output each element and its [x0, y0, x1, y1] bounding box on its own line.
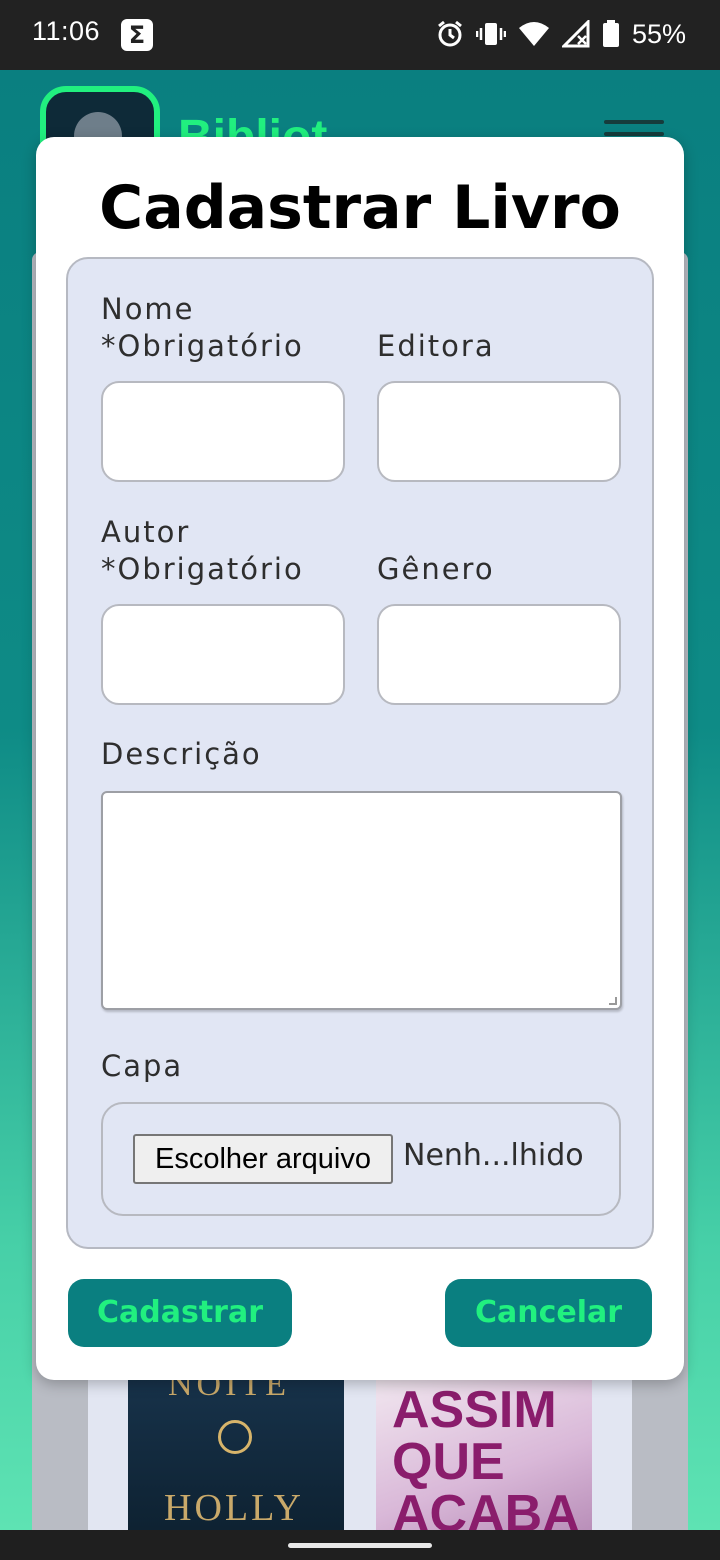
status-bar: 11:06 Σ 55%	[0, 0, 720, 70]
autor-label: Autor *Obrigatório	[101, 515, 304, 586]
book-cover-author: HOLLY	[164, 1487, 304, 1529]
signal-icon	[561, 20, 590, 48]
home-gesture-handle[interactable]	[288, 1543, 432, 1548]
descricao-label: Descrição	[101, 737, 262, 771]
battery-percent: 55%	[631, 18, 686, 49]
descricao-textarea[interactable]	[101, 791, 622, 1010]
register-book-modal: Cadastrar Livro Nome *Obrigatório Editor…	[36, 137, 684, 1380]
book-cover-title: NOITE	[168, 1380, 290, 1403]
status-icons: 55%	[436, 14, 686, 54]
sigma-icon: Σ	[121, 19, 153, 51]
wifi-icon	[518, 20, 550, 48]
moon-icon	[218, 1420, 252, 1454]
editora-input[interactable]	[377, 381, 621, 482]
nome-input[interactable]	[101, 381, 345, 482]
submit-button[interactable]: Cadastrar	[68, 1279, 292, 1347]
battery-icon	[602, 20, 620, 48]
capa-label: Capa	[101, 1049, 184, 1083]
editora-label: Editora	[377, 329, 495, 363]
vibrate-icon	[475, 20, 506, 48]
book-cover[interactable]: ASSIM QUE ACABA	[376, 1380, 592, 1530]
modal-title: Cadastrar Livro	[99, 173, 621, 243]
genero-input[interactable]	[377, 604, 621, 705]
alarm-icon	[436, 20, 464, 48]
file-status: Nenh...lhido	[403, 1138, 584, 1173]
choose-file-button[interactable]: Escolher arquivo	[133, 1134, 393, 1184]
book-form: Nome *Obrigatório Editora Autor *Obrigat…	[66, 257, 654, 1249]
nome-label: Nome *Obrigatório	[101, 292, 304, 363]
genero-label: Gênero	[377, 552, 495, 586]
capa-file-field: Escolher arquivo Nenh...lhido	[101, 1102, 621, 1216]
book-cover-title: ASSIM QUE ACABA	[392, 1381, 580, 1530]
autor-input[interactable]	[101, 604, 345, 705]
resize-handle-icon[interactable]	[609, 997, 617, 1005]
cancel-button[interactable]: Cancelar	[445, 1279, 652, 1347]
book-cover[interactable]: NOITE HOLLY	[128, 1380, 344, 1530]
status-time: 11:06	[32, 16, 101, 46]
